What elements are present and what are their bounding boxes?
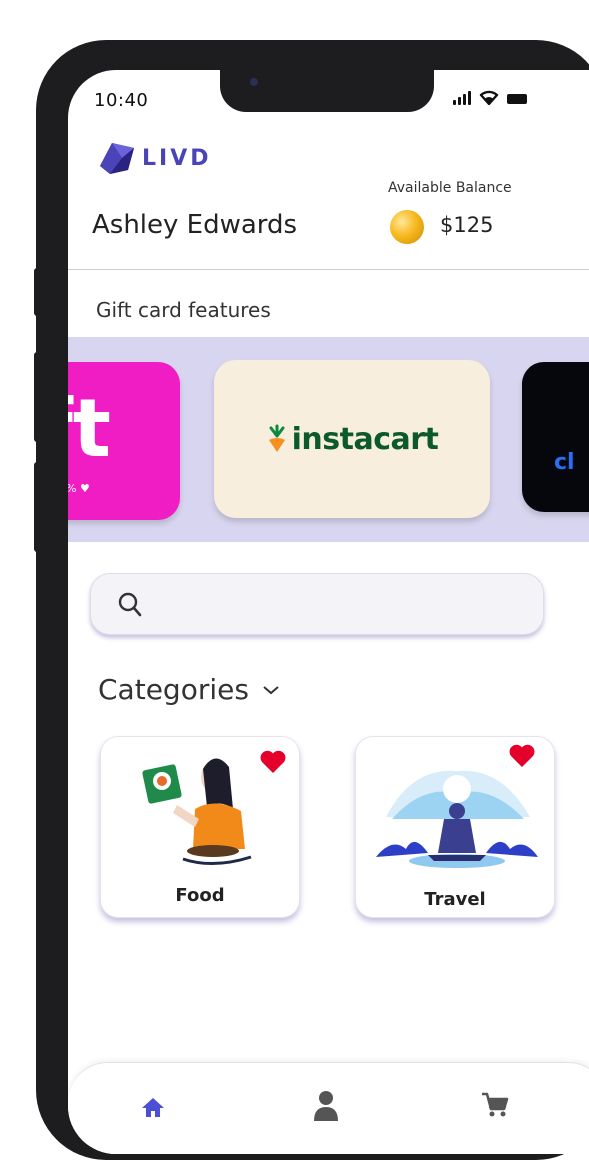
battery-icon — [507, 94, 527, 104]
coin-icon — [390, 210, 424, 244]
gift-card-carousel[interactable]: ft % ♥ instacart cl — [68, 337, 589, 542]
balance-label: Available Balance — [388, 180, 512, 196]
categories-header[interactable]: Categories — [98, 673, 281, 706]
header-divider — [68, 269, 589, 270]
logo-text: LIVD — [142, 145, 212, 171]
cart-icon[interactable] — [480, 1091, 510, 1119]
phone-side-button — [34, 268, 40, 316]
status-icons — [453, 89, 527, 105]
category-card-food[interactable]: Food — [100, 736, 300, 918]
bottom-nav — [68, 1062, 589, 1154]
favorite-heart-icon[interactable] — [259, 749, 287, 775]
profile-icon[interactable] — [312, 1089, 340, 1123]
search-icon — [118, 592, 142, 617]
balance-value: $125 — [440, 213, 494, 237]
signal-icon — [453, 91, 471, 105]
camera-dot — [250, 78, 258, 86]
gift-card-dark-text: cl — [554, 450, 575, 475]
home-icon[interactable] — [140, 1095, 166, 1119]
travel-illustration-icon — [376, 770, 538, 868]
gift-card-instacart[interactable]: instacart — [214, 360, 490, 518]
food-illustration-icon — [142, 758, 252, 866]
phone-notch — [220, 70, 434, 112]
gift-card-brand-glyph: ft — [68, 382, 112, 475]
app-logo: LIVD — [96, 140, 212, 176]
gift-card-dark[interactable]: cl — [522, 362, 589, 512]
category-label: Food — [175, 885, 225, 906]
phone-volume-up-button — [34, 352, 40, 442]
categories-title: Categories — [98, 673, 249, 706]
phone-volume-down-button — [34, 462, 40, 552]
instacart-wordmark: instacart — [291, 421, 439, 457]
wifi-icon — [479, 90, 499, 105]
carrot-icon — [268, 424, 285, 452]
user-name: Ashley Edwards — [92, 210, 298, 240]
favorite-heart-icon[interactable] — [508, 743, 536, 769]
instacart-logo: instacart — [214, 360, 490, 518]
gift-card-badge-icons: % ♥ — [68, 482, 90, 495]
app-screen: 10:40 LIVD Available Balance Ashley Edwa… — [68, 70, 589, 1154]
chevron-down-icon[interactable] — [261, 683, 281, 697]
search-bar[interactable] — [90, 573, 544, 635]
gift-cards-title: Gift card features — [96, 298, 271, 322]
search-input[interactable] — [151, 588, 521, 622]
livd-logo-icon — [100, 143, 134, 174]
gift-card-pink[interactable]: ft % ♥ — [68, 362, 180, 520]
category-label: Travel — [424, 889, 486, 910]
status-time: 10:40 — [94, 90, 149, 111]
category-card-travel[interactable]: Travel — [355, 736, 555, 918]
